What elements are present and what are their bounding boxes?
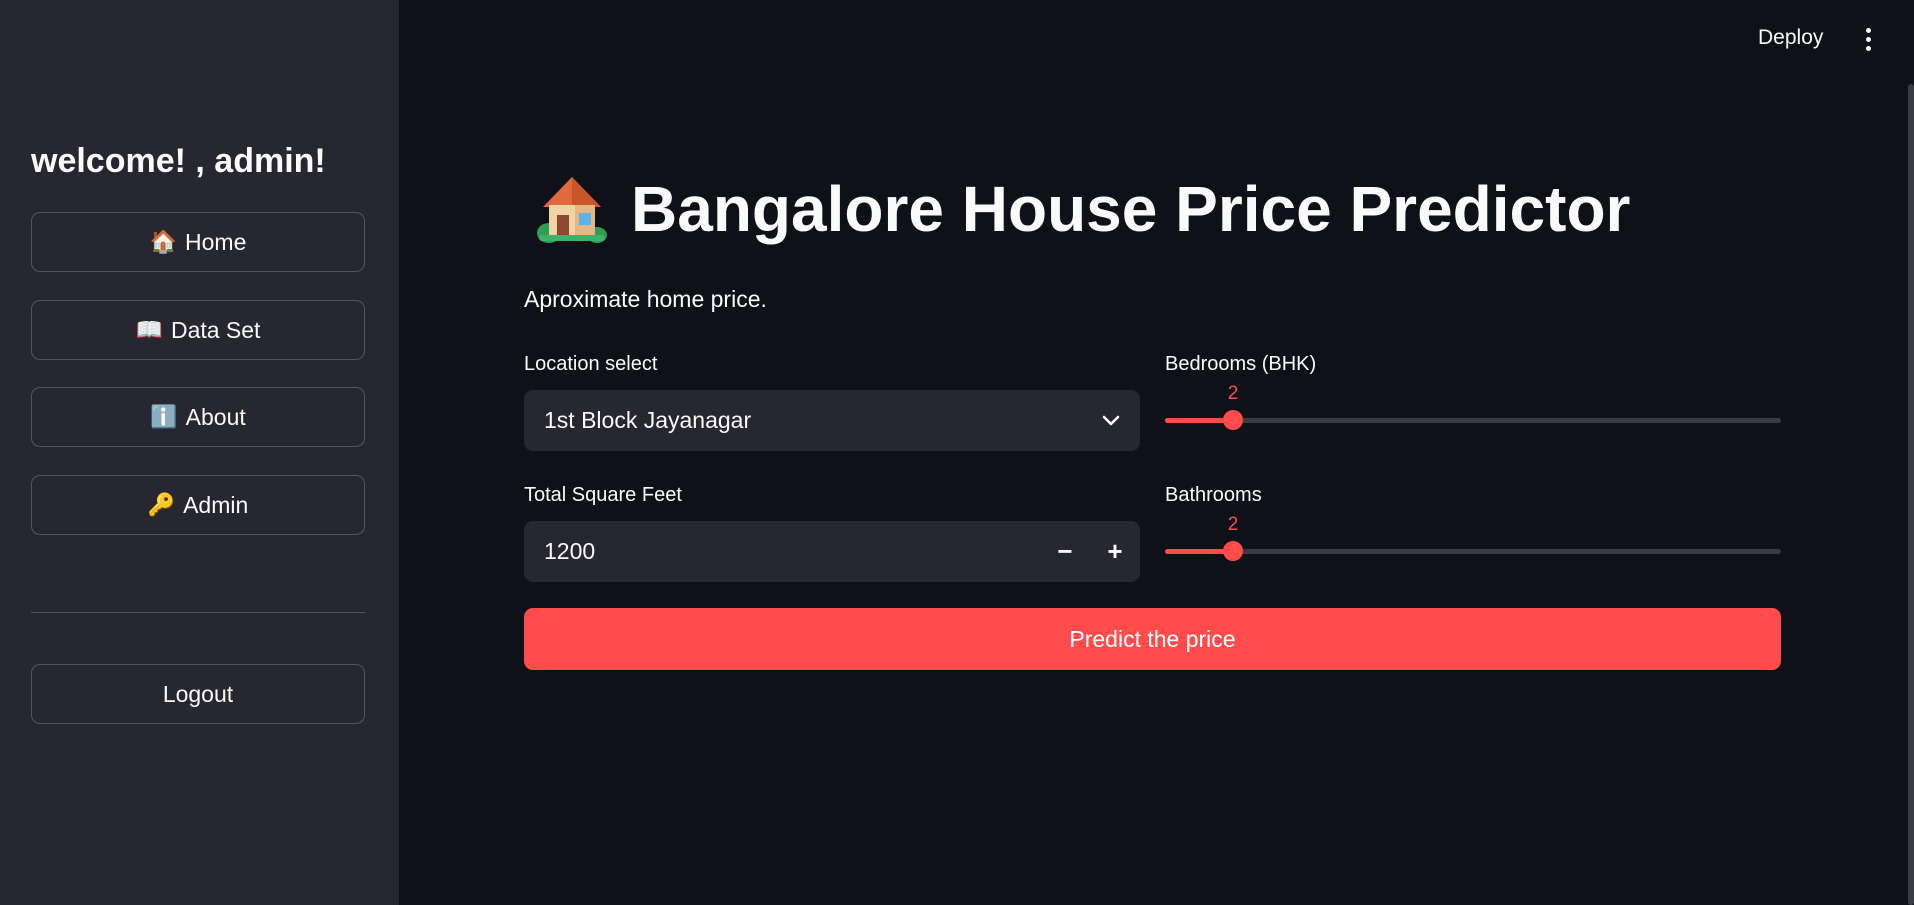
sidebar: welcome! , admin! 🏠 Home 📖 Data Set ℹ️ A… bbox=[0, 0, 399, 905]
bathrooms-slider[interactable] bbox=[1165, 541, 1781, 561]
bedrooms-slider-thumb[interactable] bbox=[1223, 410, 1243, 430]
subtitle: Aproximate home price. bbox=[524, 286, 767, 312]
about-button[interactable]: ℹ️ About bbox=[31, 387, 365, 447]
increment-button[interactable]: + bbox=[1090, 521, 1140, 582]
location-label: Location select bbox=[524, 353, 658, 375]
admin-button[interactable]: 🔑 Admin bbox=[31, 475, 365, 535]
logout-button[interactable]: Logout bbox=[31, 664, 365, 724]
about-button-label: About bbox=[185, 403, 246, 430]
location-select-value: 1st Block Jayanagar bbox=[544, 407, 752, 433]
deploy-button[interactable]: Deploy bbox=[1752, 22, 1829, 54]
bathrooms-slider-value: 2 bbox=[1227, 514, 1239, 535]
data-set-button-label: Data Set bbox=[170, 316, 261, 343]
bathrooms-label: Bathrooms bbox=[1165, 484, 1262, 506]
sqft-label: Total Square Feet bbox=[524, 484, 682, 506]
location-select[interactable]: 1st Block Jayanagar bbox=[524, 390, 1140, 451]
predict-button[interactable]: Predict the price bbox=[524, 608, 1781, 670]
data-set-button[interactable]: 📖 Data Set bbox=[31, 300, 365, 360]
decrement-button[interactable]: − bbox=[1040, 521, 1090, 582]
page-title: Bangalore House Price Predictor bbox=[631, 173, 1631, 245]
key-icon: 🔑 bbox=[147, 492, 176, 517]
chevron-down-icon bbox=[1102, 415, 1120, 425]
house-with-garden-icon bbox=[537, 177, 607, 243]
bedrooms-slider-value: 2 bbox=[1227, 383, 1239, 404]
app-root: welcome! , admin! 🏠 Home 📖 Data Set ℹ️ A… bbox=[0, 0, 1914, 905]
welcome-heading: welcome! , admin! bbox=[31, 142, 326, 180]
title-row: Bangalore House Price Predictor bbox=[535, 172, 1630, 246]
sqft-stepper: − + bbox=[524, 521, 1140, 582]
vertical-dots-icon[interactable] bbox=[1860, 24, 1876, 54]
house-icon: 🏠 bbox=[149, 229, 178, 254]
open-book-icon: 📖 bbox=[135, 317, 163, 342]
home-button[interactable]: 🏠 Home bbox=[31, 212, 365, 272]
admin-button-label: Admin bbox=[183, 491, 249, 518]
sqft-input[interactable] bbox=[524, 521, 1040, 582]
bedrooms-slider[interactable] bbox=[1165, 410, 1781, 430]
home-button-label: Home bbox=[185, 228, 247, 255]
bathrooms-slider-thumb[interactable] bbox=[1223, 541, 1243, 561]
logout-button-label: Logout bbox=[162, 680, 234, 707]
info-icon: ℹ️ bbox=[150, 404, 178, 429]
scrollbar[interactable] bbox=[1908, 84, 1914, 905]
sidebar-divider bbox=[31, 612, 365, 613]
bedrooms-label: Bedrooms (BHK) bbox=[1165, 353, 1317, 375]
